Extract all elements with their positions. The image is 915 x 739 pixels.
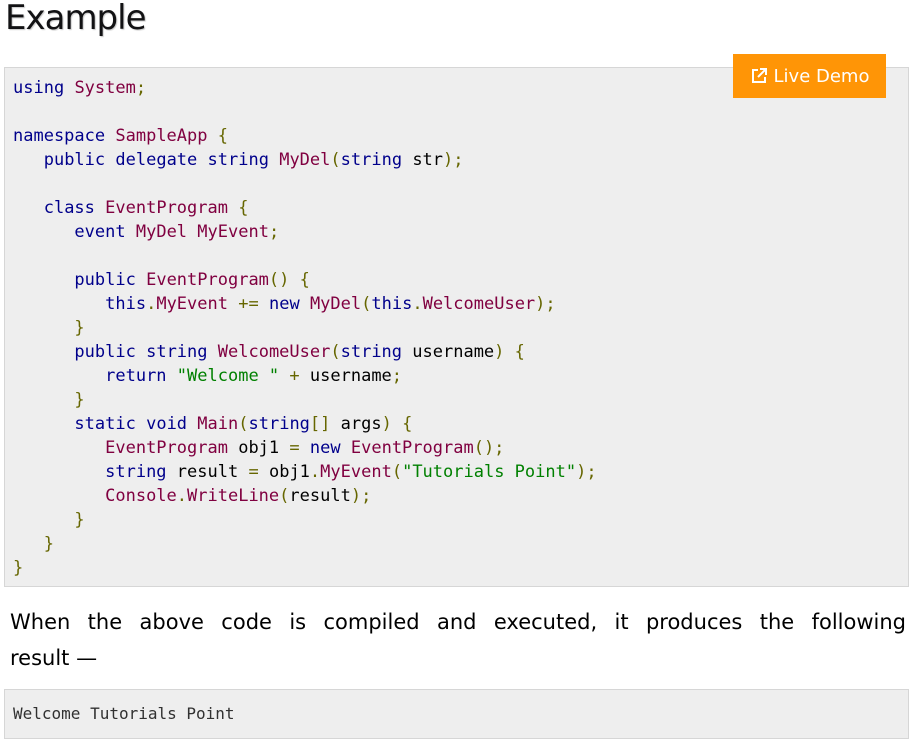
code-token: using xyxy=(13,78,65,98)
code-token: string xyxy=(248,414,310,434)
code-token: EventProgram xyxy=(350,438,474,458)
code-token: return xyxy=(105,366,167,386)
code-token: MyEvent xyxy=(320,462,392,482)
code-token: Console xyxy=(105,486,177,506)
code-listing: using System; namespace SampleApp { publ… xyxy=(13,78,597,578)
code-token: MyEvent xyxy=(197,222,269,242)
code-token: EventProgram xyxy=(146,270,269,290)
code-token: public xyxy=(74,270,136,290)
output-text: Welcome Tutorials Point xyxy=(13,704,235,723)
code-token: username xyxy=(412,342,495,362)
code-token: static xyxy=(74,414,136,434)
code-token: EventProgram xyxy=(105,198,228,218)
code-token: Main xyxy=(197,414,239,434)
code-token: this xyxy=(105,294,147,314)
code-token: string xyxy=(340,342,403,362)
code-token: System xyxy=(74,78,136,98)
code-token: result xyxy=(176,462,239,482)
code-token: MyDel xyxy=(135,222,188,242)
code-token: string xyxy=(146,342,208,362)
live-demo-label: Live Demo xyxy=(773,65,870,87)
code-token: "Welcome " xyxy=(176,366,280,386)
code-token: new xyxy=(309,438,341,458)
code-token: EventProgram xyxy=(105,438,228,458)
code-token: string xyxy=(207,150,269,170)
code-token: string xyxy=(340,150,403,170)
code-token: obj1 xyxy=(268,462,310,482)
result-description: When the above code is compiled and exec… xyxy=(10,604,906,676)
code-token: str xyxy=(412,150,444,170)
external-link-icon xyxy=(750,67,768,85)
code-token: WelcomeUser xyxy=(422,294,536,314)
code-token: WelcomeUser xyxy=(217,342,331,362)
code-token: new xyxy=(268,294,300,314)
code-token: class xyxy=(43,198,95,218)
result-description-line2: result — xyxy=(10,646,98,670)
code-token: "Tutorials Point" xyxy=(402,462,577,482)
code-token: args xyxy=(340,414,382,434)
code-token: MyDel xyxy=(279,150,331,170)
live-demo-button[interactable]: Live Demo xyxy=(733,54,886,98)
code-token: result xyxy=(289,486,351,506)
code-token: MyDel xyxy=(309,294,362,314)
code-token: username xyxy=(309,366,392,386)
code-token: obj1 xyxy=(238,438,280,458)
code-token: namespace xyxy=(13,126,106,146)
code-token: public xyxy=(43,150,106,170)
code-token: event xyxy=(74,222,126,242)
result-description-line1: When the above code is compiled and exec… xyxy=(10,610,906,634)
code-token: string xyxy=(105,462,167,482)
code-token: void xyxy=(146,414,188,434)
code-token: WriteLine xyxy=(187,486,280,506)
code-token: MyEvent xyxy=(156,294,228,314)
code-token: delegate xyxy=(115,150,198,170)
code-token: SampleApp xyxy=(115,126,208,146)
page-heading: Example xyxy=(5,0,147,38)
code-token: this xyxy=(371,294,413,314)
code-token: public xyxy=(74,342,136,362)
